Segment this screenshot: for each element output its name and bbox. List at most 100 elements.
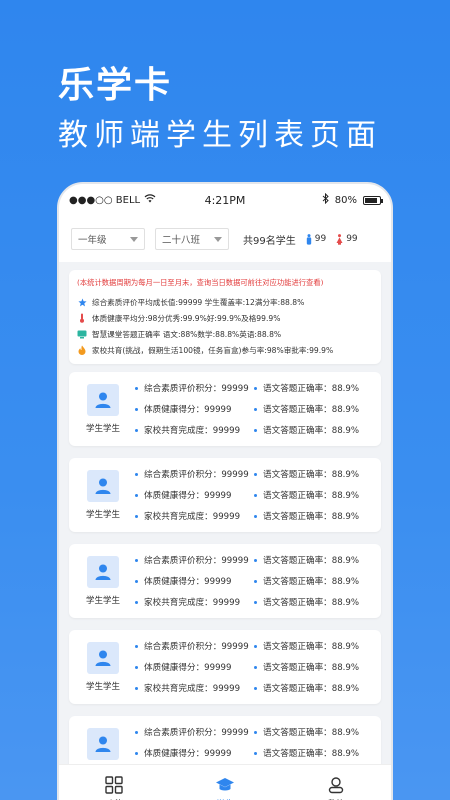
metric-text: 综合素质评价积分：99999 (144, 728, 249, 738)
student-metrics: 综合素质评价积分：99999体质健康得分：99999家校共育完成度：99999 … (135, 464, 373, 527)
student-metrics: 综合素质评价积分：99999体质健康得分：99999家校共育完成度：99999 … (135, 636, 373, 699)
student-metric: 家校共育完成度：99999 (135, 678, 254, 699)
bottom-tab-bar: 功能 学生 我的 (59, 764, 391, 800)
student-metric: 综合素质评价积分：99999 (135, 722, 254, 743)
metric-text: 家校共育完成度：99999 (144, 598, 241, 608)
tab-mine[interactable]: 我的 (280, 765, 391, 800)
student-metric: 体质健康得分：99999 (135, 657, 254, 678)
metrics-column-left: 综合素质评价积分：99999 体质健康得分：99999 家校共育完成度：99999 (135, 636, 254, 699)
student-metric: 家校共育完成度：99999 (135, 420, 254, 441)
tab-label: 我的 (327, 797, 345, 800)
metric-text: 体质健康得分：99999 (144, 405, 232, 415)
thermometer-icon (77, 313, 87, 323)
stats-note: (本统计数据周期为每月一日至月末，查询当日数据可前往对应功能进行查看) (77, 278, 324, 287)
metrics-column-right: 语文答题正确率：88.9% 语文答题正确率：88.9% 语文答题正确率：88.9% (254, 464, 373, 527)
student-metric: 体质健康得分：99999 (135, 399, 254, 420)
grade-select-value: 一年级 (78, 235, 107, 246)
student-metric: 体质健康得分：99999 (135, 571, 254, 592)
student-metric: 语文答题正确率：88.9% (254, 571, 373, 592)
bullet-dot (135, 386, 138, 390)
bullet-dot (254, 644, 257, 648)
metric-text: 语文答题正确率：88.9% (263, 556, 360, 566)
user-avatar-icon (95, 478, 111, 494)
bullet-dot (254, 600, 257, 604)
bullet-dot (135, 493, 138, 497)
metric-text: 语文答题正确率：88.9% (263, 749, 360, 759)
class-select[interactable]: 二十八班 (155, 228, 229, 250)
stat-text: 智慧课堂答题正确率 语文:88%数学:88.8%英语:88.8% (92, 329, 282, 339)
metric-text: 体质健康得分：99999 (144, 663, 232, 673)
student-metric: 语文答题正确率：88.9% (254, 636, 373, 657)
tab-label: 功能 (105, 797, 123, 800)
student-card[interactable]: 学生学生 综合素质评价积分：99999 体质健康得分：99999 家校共育完成度：9… (69, 458, 381, 532)
student-metric: 语文答题正确率：88.9% (254, 420, 373, 441)
caret-down-icon (214, 236, 222, 242)
star-badge-icon (77, 297, 87, 307)
student-metric: 语文答题正确率：88.9% (254, 464, 373, 485)
student-metrics: 综合素质评价积分：99999体质健康得分：99999家校共育完成度：99999 … (135, 550, 373, 613)
avatar (87, 728, 119, 760)
student-metric: 体质健康得分：99999 (135, 485, 254, 506)
metric-text: 语文答题正确率：88.9% (263, 577, 360, 587)
student-metric: 家校共育完成度：99999 (135, 506, 254, 527)
clock: 4:21PM (204, 193, 246, 207)
student-metric: 语文答题正确率：88.9% (254, 399, 373, 420)
bullet-dot (135, 665, 138, 669)
metric-text: 综合素质评价积分：99999 (144, 470, 249, 480)
metric-text: 体质健康得分：99999 (144, 749, 232, 759)
wifi-icon (144, 194, 156, 206)
grade-select[interactable]: 一年级 (71, 228, 145, 250)
phone-frame: ●●●○○ BELL 4:21PM 80% 一年级 二十八班 共99名学生 99 (57, 182, 393, 800)
metric-text: 家校共育完成度：99999 (144, 684, 241, 694)
tab-functions[interactable]: 功能 (59, 765, 170, 800)
metric-text: 家校共育完成度：99999 (144, 512, 241, 522)
metric-text: 体质健康得分：99999 (144, 577, 232, 587)
bullet-dot (254, 472, 257, 476)
student-card[interactable]: 学生学生 综合素质评价积分：99999 体质健康得分：99999 家校共育完成度：9… (69, 544, 381, 618)
user-avatar-icon (95, 564, 111, 580)
stats-summary-card: (本统计数据周期为每月一日至月末，查询当日数据可前往对应功能进行查看) 综合素质… (69, 270, 381, 364)
bullet-dot (254, 686, 257, 690)
metric-text: 语文答题正确率：88.9% (263, 405, 360, 415)
student-metrics: 综合素质评价积分：99999体质健康得分：99999家校共育完成度：99999 … (135, 378, 373, 441)
user-avatar-icon (95, 736, 111, 752)
metric-text: 语文答题正确率：88.9% (263, 642, 360, 652)
carrier-label: ●●●○○ BELL (69, 194, 141, 206)
bullet-dot (135, 686, 138, 690)
metrics-column-right: 语文答题正确率：88.9% 语文答题正确率：88.9% 语文答题正确率：88.9% (254, 636, 373, 699)
avatar (87, 556, 119, 588)
student-count: 共99名学生 (243, 235, 296, 247)
bullet-dot (135, 514, 138, 518)
student-list[interactable]: (本统计数据周期为每月一日至月末，查询当日数据可前往对应功能进行查看) 综合素质… (59, 262, 391, 790)
student-metric: 语文答题正确率：88.9% (254, 722, 373, 743)
stat-row-fitness: 体质健康平均分:98分优秀:99.9%好:99.9%及格99.9% (77, 310, 373, 326)
girl-count: 99 (346, 234, 358, 244)
metric-text: 语文答题正确率：88.9% (263, 426, 360, 436)
girl-icon (336, 233, 343, 245)
hero-title: 乐学卡 (58, 65, 173, 106)
bullet-dot (135, 600, 138, 604)
hero-subtitle: 教师端学生列表页面 (58, 118, 382, 153)
avatar (87, 384, 119, 416)
tab-students[interactable]: 学生 (170, 765, 281, 800)
bullet-dot (254, 730, 257, 734)
status-bar: ●●●○○ BELL 4:21PM 80% (59, 184, 391, 216)
bullet-dot (135, 558, 138, 562)
student-metric: 综合素质评价积分：99999 (135, 636, 254, 657)
stat-text: 综合素质评价平均成长值:99999 学生覆盖率:12满分率:88.8% (92, 297, 305, 307)
metric-text: 语文答题正确率：88.9% (263, 384, 360, 394)
student-identity: 学生学生 (77, 384, 129, 434)
student-card[interactable]: 学生学生 综合素质评价积分：99999 体质健康得分：99999 家校共育完成度：9… (69, 372, 381, 446)
stat-row-classroom: 智慧课堂答题正确率 语文:88%数学:88.8%英语:88.8% (77, 326, 373, 342)
graduation-cap-icon (216, 777, 234, 790)
metric-text: 语文答题正确率：88.9% (263, 728, 360, 738)
student-identity: 学生学生 (77, 642, 129, 692)
stat-text: 家校共育(挑战，假期生活100镜，任务盲盒)参与率:98%审批率:99.9% (92, 345, 334, 355)
boy-count: 99 (314, 234, 327, 244)
bullet-dot (135, 644, 138, 648)
user-avatar-icon (95, 650, 111, 666)
metrics-column-left: 综合素质评价积分：99999 体质健康得分：99999 家校共育完成度：99999 (135, 378, 254, 441)
metric-text: 家校共育完成度：99999 (144, 426, 241, 436)
student-card[interactable]: 学生学生 综合素质评价积分：99999 体质健康得分：99999 家校共育完成度：9… (69, 630, 381, 704)
student-metric: 语文答题正确率：88.9% (254, 506, 373, 527)
